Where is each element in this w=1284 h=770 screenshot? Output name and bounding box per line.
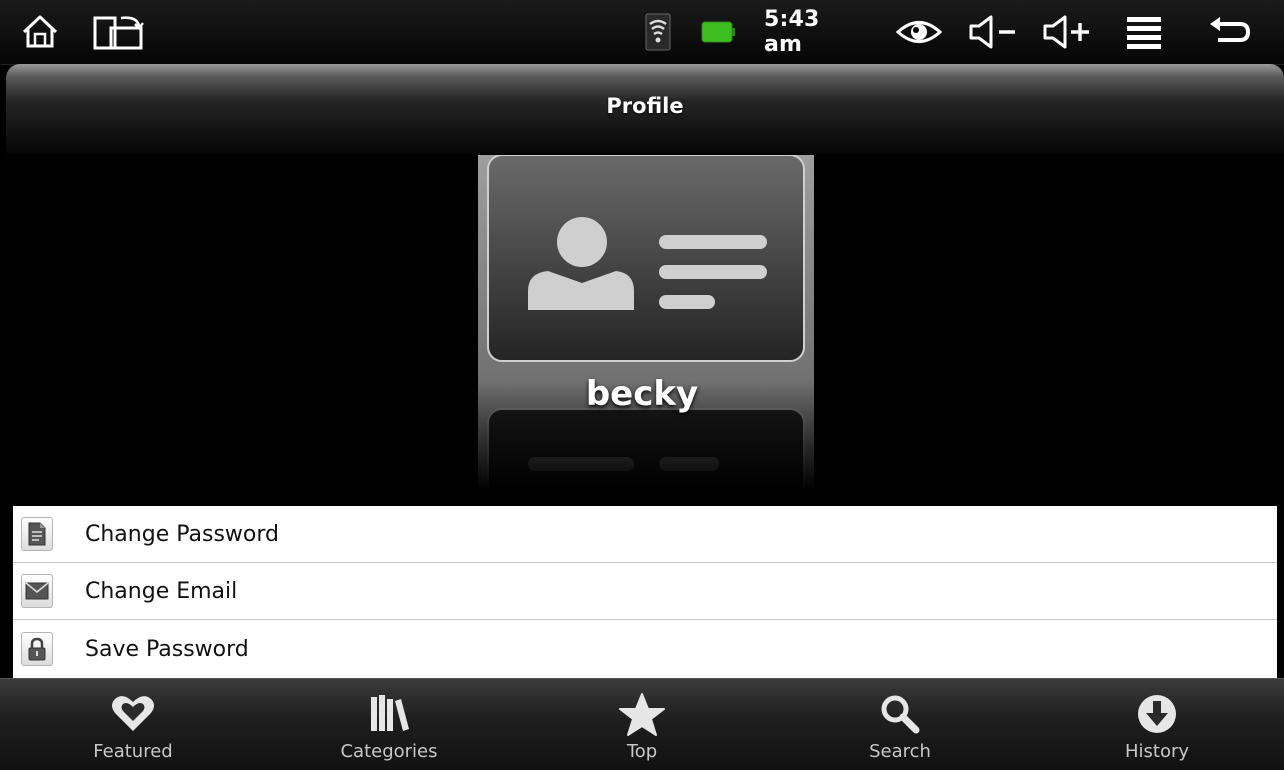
lock-icon (21, 632, 53, 666)
wifi-icon (642, 0, 674, 64)
nav-label: Featured (93, 741, 173, 762)
nav-history[interactable]: History (1077, 679, 1237, 770)
eye-icon[interactable] (894, 0, 944, 64)
title-bar: Profile (6, 64, 1284, 154)
change-email-item[interactable]: Change Email (13, 563, 1277, 620)
save-password-item[interactable]: Save Password (13, 620, 1277, 678)
option-label: Change Email (85, 578, 238, 604)
nav-featured[interactable]: Featured (53, 679, 213, 770)
document-icon (21, 517, 53, 551)
nav-label: History (1124, 741, 1190, 762)
volume-down-icon[interactable] (966, 0, 1022, 64)
page-title: Profile (606, 94, 684, 118)
home-icon[interactable] (18, 0, 62, 64)
star-icon (619, 693, 665, 741)
nav-categories[interactable]: Categories (309, 679, 469, 770)
nav-search[interactable]: Search (820, 679, 980, 770)
rotate-screen-icon[interactable] (90, 0, 156, 64)
username: becky (585, 374, 699, 414)
option-label: Change Password (85, 521, 279, 547)
nav-label: Categories (340, 741, 438, 762)
menu-icon[interactable] (1122, 0, 1166, 64)
options-list: Change Password Change Email Save Passwo… (13, 506, 1277, 678)
nav-label: Search (869, 741, 931, 762)
search-icon (878, 693, 922, 739)
back-icon[interactable] (1204, 0, 1254, 64)
envelope-icon (21, 574, 53, 608)
battery-icon (700, 0, 736, 64)
volume-up-icon[interactable] (1040, 0, 1096, 64)
change-password-item[interactable]: Change Password (13, 506, 1277, 563)
books-icon (367, 693, 411, 737)
nav-top[interactable]: Top (562, 679, 722, 770)
bottom-nav: Featured Categories Top Search History (0, 678, 1284, 770)
status-bar: 5:43 am (0, 0, 1284, 65)
profile-card (478, 155, 814, 490)
heart-icon (111, 693, 155, 737)
nav-label: Top (626, 741, 658, 762)
option-label: Save Password (85, 636, 249, 662)
download-icon (1136, 693, 1178, 739)
clock: 5:43 am (764, 7, 820, 57)
